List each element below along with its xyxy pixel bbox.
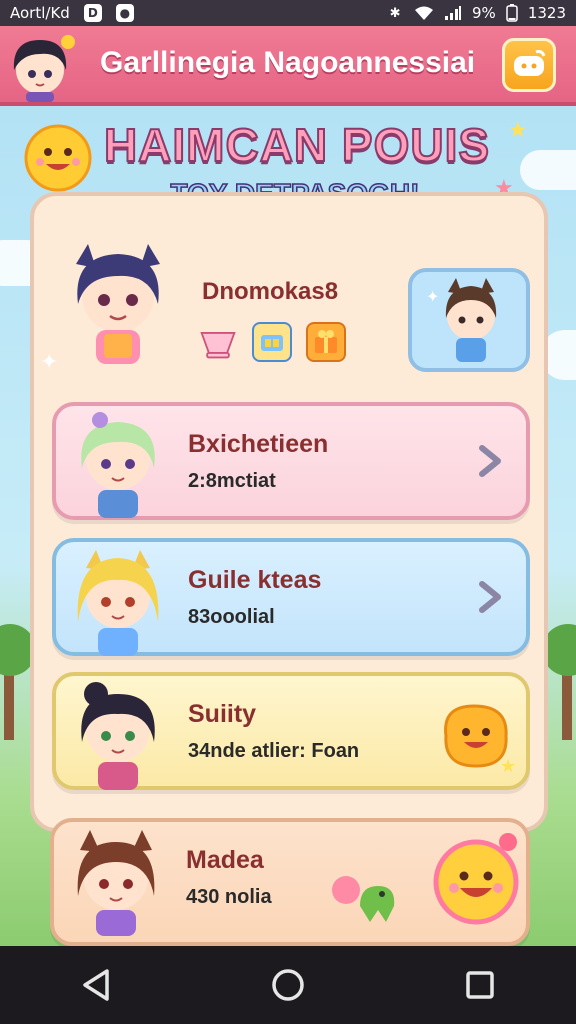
- back-triangle-icon: [83, 969, 109, 1001]
- chevron-right-icon[interactable]: [468, 576, 510, 618]
- profile-badges: [198, 322, 346, 362]
- profile-avatar[interactable]: [58, 234, 178, 374]
- notification-circle-icon: ●: [115, 4, 134, 22]
- svg-text:★: ★: [500, 756, 516, 774]
- back-button[interactable]: [66, 955, 126, 1015]
- cloud-decoration: [520, 150, 576, 190]
- app-title: Garllinegia Nagoannessiai: [100, 46, 476, 79]
- home-circle-icon: [272, 969, 304, 1001]
- user-avatar[interactable]: [6, 30, 76, 102]
- teacup-icon[interactable]: [198, 322, 238, 362]
- recents-button[interactable]: [450, 955, 510, 1015]
- tree-decoration: [544, 624, 576, 740]
- app-header: Garllinegia Nagoannessiai: [0, 26, 576, 106]
- bluetooth-icon: ✱: [389, 5, 401, 21]
- chevron-right-icon[interactable]: [468, 440, 510, 482]
- home-button[interactable]: [258, 955, 318, 1015]
- card-subtitle: 83ooolial: [188, 606, 275, 628]
- star-decoration-icon: ✦: [40, 350, 59, 375]
- status-bar: Aortl/Kd D ● ✱ 9% 1323: [0, 0, 576, 26]
- sun-mascot-icon: [18, 118, 98, 198]
- character-avatar: [66, 410, 170, 522]
- character-avatar: [66, 546, 170, 658]
- notification-d-icon: D: [83, 4, 102, 22]
- list-item[interactable]: Suiity 34nde atlier: Foan ★: [52, 672, 530, 790]
- list-item[interactable]: Bxichetieen 2:8mctiat: [52, 402, 530, 520]
- card-subtitle: 2:8mctiat: [188, 470, 276, 492]
- profile-name: Dnomokas8: [202, 278, 339, 305]
- toy-blocks-icon[interactable]: [252, 322, 292, 362]
- card-title: Suiity: [188, 700, 257, 728]
- list-item[interactable]: Guile kteas 83ooolial: [52, 538, 530, 656]
- signal-icon: [445, 6, 462, 20]
- card-title: Bxichetieen: [188, 430, 329, 458]
- system-nav-bar: [0, 946, 576, 1024]
- banner-title: HAIMCAN POUIS: [103, 118, 491, 172]
- character-avatar: [64, 826, 168, 938]
- game-controller-icon: [514, 50, 546, 76]
- star-decoration-icon: ★: [508, 118, 528, 143]
- card-title: Guile kteas: [188, 566, 322, 594]
- gift-box-icon[interactable]: [306, 322, 346, 362]
- card-subtitle: 430 nolia: [186, 886, 272, 908]
- battery-icon: [506, 4, 518, 22]
- recents-square-icon: [466, 971, 494, 999]
- smiley-face-icon[interactable]: [428, 832, 524, 928]
- wifi-icon: [415, 6, 434, 20]
- dino-toy-icon: [332, 876, 395, 922]
- card-subtitle: 34nde atlier: Foan: [188, 740, 360, 762]
- friend-preview-bubble[interactable]: ✦: [408, 268, 530, 372]
- battery-percent: 9%: [472, 4, 496, 22]
- carrier-text: Aortl/Kd: [10, 4, 70, 22]
- game-menu-button[interactable]: [502, 38, 556, 92]
- clock: 1323: [527, 4, 566, 22]
- svg-text:✦: ✦: [426, 287, 439, 306]
- character-avatar: [66, 680, 170, 792]
- list-item[interactable]: Madea 430 nolia: [50, 818, 530, 946]
- card-title: Madea: [186, 846, 264, 874]
- happy-blob-icon[interactable]: ★: [434, 696, 516, 777]
